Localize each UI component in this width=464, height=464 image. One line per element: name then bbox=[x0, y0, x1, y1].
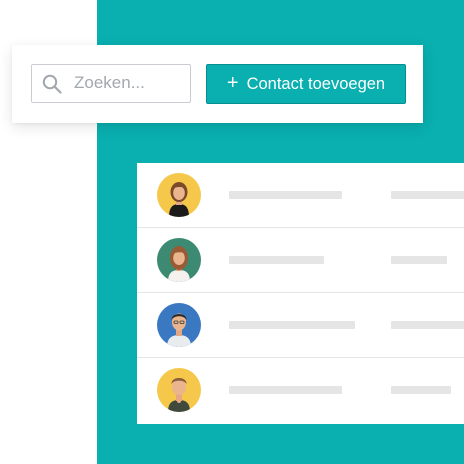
name-placeholder bbox=[229, 386, 342, 394]
name-placeholder bbox=[229, 256, 324, 264]
add-contact-button[interactable]: + Contact toevoegen bbox=[206, 64, 406, 104]
detail-placeholder bbox=[391, 386, 451, 394]
detail-placeholder bbox=[391, 321, 464, 329]
name-placeholder bbox=[229, 191, 342, 199]
search-icon bbox=[42, 74, 62, 94]
avatar bbox=[157, 173, 201, 217]
plus-icon: + bbox=[226, 72, 239, 94]
contact-row[interactable] bbox=[137, 163, 464, 228]
contact-row[interactable] bbox=[137, 293, 464, 358]
search-field[interactable] bbox=[31, 64, 191, 103]
add-contact-label: Contact toevoegen bbox=[246, 74, 386, 93]
contact-row[interactable] bbox=[137, 228, 464, 293]
name-placeholder bbox=[229, 321, 355, 329]
contact-row[interactable] bbox=[137, 358, 464, 423]
avatar bbox=[157, 238, 201, 282]
contact-list bbox=[137, 163, 464, 424]
search-input[interactable] bbox=[74, 69, 184, 97]
avatar bbox=[157, 303, 201, 347]
detail-placeholder bbox=[391, 191, 464, 199]
toolbar: + Contact toevoegen bbox=[12, 45, 423, 123]
avatar bbox=[157, 368, 201, 412]
detail-placeholder bbox=[391, 256, 447, 264]
